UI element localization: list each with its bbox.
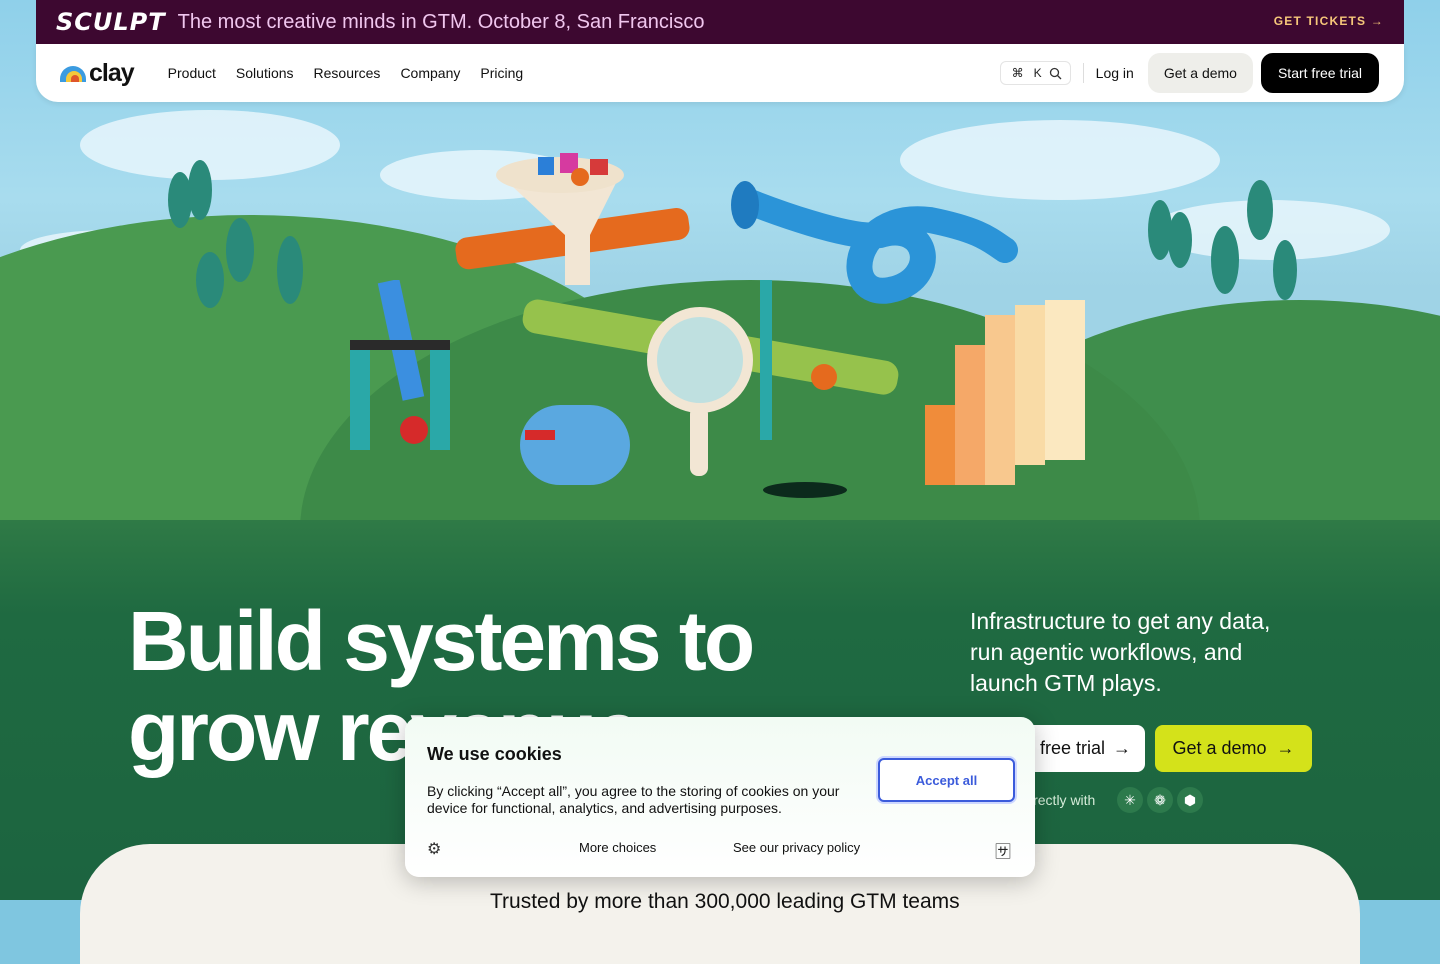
trees-right (1148, 180, 1297, 300)
menu-item-product[interactable]: Product (168, 65, 216, 81)
hero-demo-label: Get a demo (1172, 738, 1267, 758)
command-key: ⌘ (1011, 66, 1024, 80)
banner-text: The most creative minds in GTM. October … (177, 10, 705, 33)
trees-left (168, 160, 303, 308)
clay-logo-text: clay (89, 58, 135, 87)
get-tickets-link[interactable]: GET TICKETS → (1274, 14, 1384, 28)
login-link[interactable]: Log in (1096, 65, 1134, 81)
more-choices-link[interactable]: More choices (579, 840, 656, 855)
announcement-banner: SCULPT The most creative minds in GTM. O… (36, 0, 1404, 44)
menu-item-pricing[interactable]: Pricing (480, 65, 523, 81)
top-nav: clay Product Solutions Resources Company… (36, 44, 1404, 102)
get-demo-button[interactable]: Get a demo (1147, 53, 1253, 93)
clay-logo-icon (60, 64, 86, 82)
trusted-text: Trusted by more than 300,000 leading GTM… (490, 890, 960, 913)
cookie-dialog: We use cookies By clicking “Accept all”,… (405, 717, 1035, 877)
privacy-policy-link[interactable]: See our privacy policy (733, 840, 860, 855)
menu-item-company[interactable]: Company (400, 65, 460, 81)
clay-logo[interactable]: clay (60, 58, 135, 88)
arrow-right-icon: → (1113, 738, 1131, 758)
funnel-illustration (455, 153, 690, 285)
cube-icon: ⬢ (1177, 787, 1203, 813)
start-trial-button[interactable]: Start free trial (1260, 53, 1379, 93)
cookie-body: By clicking “Accept all”, you agree to t… (427, 783, 840, 816)
cookie-title: We use cookies (427, 744, 562, 764)
accept-all-button[interactable]: Accept all (878, 758, 1015, 802)
arrow-right-icon: → (1276, 738, 1295, 758)
translate-icon[interactable]: 🈂 (995, 838, 1011, 862)
hero-trial-label: free trial (1039, 738, 1105, 758)
openai-icon: ❁ (1147, 787, 1173, 813)
cookie-settings-icon[interactable]: ⚙ (427, 839, 441, 859)
menu-item-solutions[interactable]: Solutions (236, 65, 294, 81)
integrations-text: irectly with (1030, 792, 1096, 808)
k-key: K (1033, 66, 1042, 80)
nav-divider (1082, 63, 1084, 83)
sculpt-logo: SCULPT (56, 8, 166, 36)
anthropic-icon: ✳ (1117, 787, 1143, 813)
main-menu: Product Solutions Resources Company Pric… (168, 65, 523, 81)
headline-line-1: Build systems to (128, 594, 755, 688)
hero-subtext: Infrastructure to get any data, run agen… (970, 608, 1271, 696)
nav-actions: ⌘ K Log in Get a demo Start free trial (999, 53, 1379, 93)
search-icon (1049, 67, 1062, 79)
seesaw-illustration (350, 280, 899, 498)
search-shortcut[interactable]: ⌘ K (999, 61, 1071, 85)
menu-item-resources[interactable]: Resources (314, 65, 381, 81)
hero-demo-button[interactable]: Get a demo → (1155, 725, 1312, 772)
bar-blocks-illustration (925, 300, 1085, 485)
